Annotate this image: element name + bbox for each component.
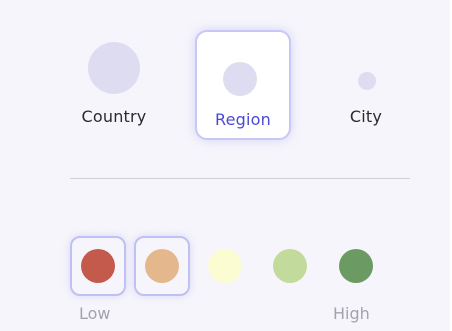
large-circle-icon [88, 42, 140, 94]
swatch-circle-icon [81, 249, 115, 283]
color-swatch-5[interactable] [328, 236, 384, 296]
level-option-country[interactable]: Country [66, 30, 162, 140]
scale-high-label: High [333, 304, 370, 323]
section-divider [70, 178, 410, 179]
color-swatch-2[interactable] [134, 236, 190, 296]
swatch-circle-icon [145, 249, 179, 283]
scale-low-label: Low [79, 304, 111, 323]
swatch-circle-icon [339, 249, 373, 283]
level-label-city: City [349, 107, 383, 126]
color-swatch-4[interactable] [262, 236, 318, 296]
level-option-region[interactable]: Region [195, 30, 291, 140]
color-swatch-1[interactable] [70, 236, 126, 296]
level-label-region: Region [215, 110, 271, 129]
geo-level-panel: Country Region City Low High [0, 0, 450, 331]
level-option-city[interactable]: City [318, 30, 414, 140]
small-circle-icon [358, 72, 376, 90]
medium-circle-icon [223, 62, 257, 96]
color-swatch-3[interactable] [197, 236, 253, 296]
swatch-circle-icon [273, 249, 307, 283]
swatch-circle-icon [208, 249, 242, 283]
level-label-country: Country [81, 107, 147, 126]
